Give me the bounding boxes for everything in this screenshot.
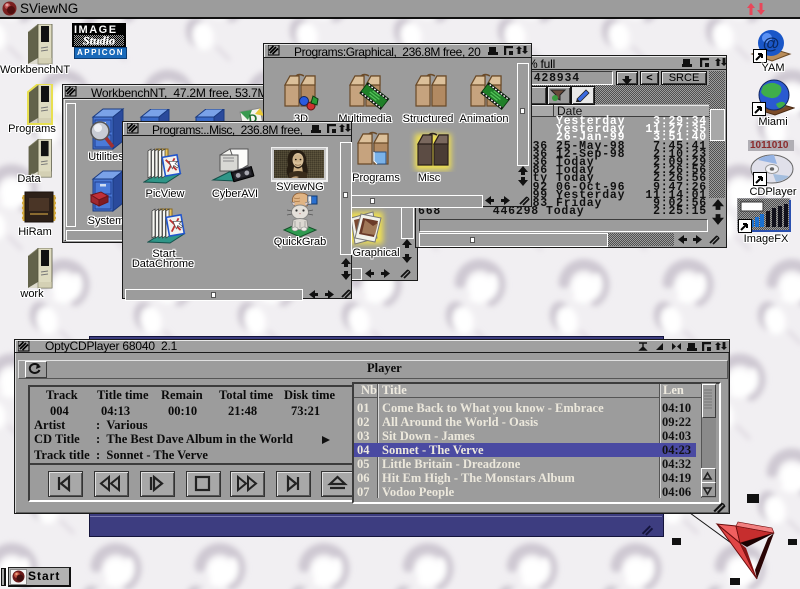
svg-text:Studio: Studio: [83, 35, 115, 46]
